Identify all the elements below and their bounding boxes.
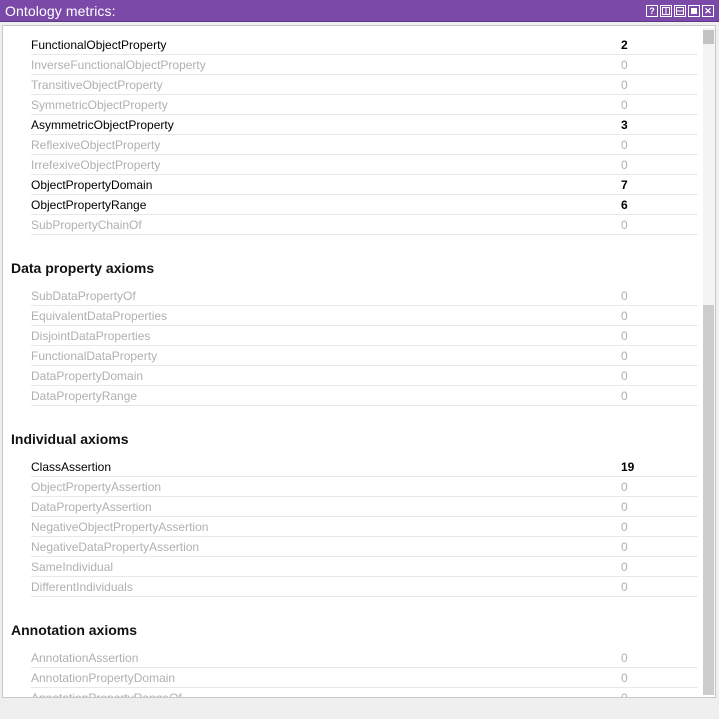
metric-value: 0	[621, 289, 628, 303]
metric-value: 19	[621, 460, 635, 474]
metric-value: 0	[621, 58, 628, 72]
window-controls: ? ✕	[646, 5, 714, 17]
metric-name: DataPropertyAssertion	[31, 500, 152, 514]
metric-name: FunctionalDataProperty	[31, 349, 158, 363]
metric-name: EquivalentDataProperties	[31, 309, 168, 323]
metric-value: 0	[621, 309, 628, 323]
scroll-up-button[interactable]	[703, 30, 714, 44]
scroll-thumb[interactable]	[703, 305, 714, 695]
metric-value: 0	[621, 580, 628, 594]
split-view-icon[interactable]	[660, 5, 672, 17]
metric-value: 0	[621, 691, 628, 698]
metrics-panel: FunctionalObjectProperty 2 InverseFunction…	[2, 25, 716, 698]
metric-row: ObjectPropertyAssertion 0	[31, 477, 698, 497]
metric-value: 2	[621, 38, 628, 52]
metric-name: AnnotationPropertyRangeOf	[31, 691, 182, 698]
close-icon[interactable]: ✕	[702, 5, 714, 17]
metric-row: NegativeObjectPropertyAssertion 0	[31, 517, 698, 537]
metric-row: DifferentIndividuals 0	[31, 577, 698, 597]
metric-name: IrrefexiveObjectProperty	[31, 158, 161, 172]
metric-row: SameIndividual 0	[31, 557, 698, 577]
metric-name: SameIndividual	[31, 560, 114, 574]
metric-value: 0	[621, 560, 628, 574]
minimize-icon[interactable]	[674, 5, 686, 17]
metric-name: ReflexiveObjectProperty	[31, 138, 161, 152]
metric-row: FunctionalObjectProperty 2	[31, 35, 698, 55]
maximize-icon[interactable]	[688, 5, 700, 17]
metric-row: AnnotationPropertyRangeOf 0	[31, 688, 698, 698]
metric-row: ObjectPropertyDomain 7	[31, 175, 698, 195]
metric-row: ObjectPropertyRange 6	[31, 195, 698, 215]
metric-value: 0	[621, 158, 628, 172]
metric-name: SubDataPropertyOf	[31, 289, 136, 303]
metric-row: EquivalentDataProperties 0	[31, 306, 698, 326]
metric-row: InverseFunctionalObjectProperty 0	[31, 55, 698, 75]
metric-value: 0	[621, 500, 628, 514]
window-title: Ontology metrics:	[5, 3, 116, 19]
metric-value: 7	[621, 178, 628, 192]
metric-name: ClassAssertion	[31, 460, 112, 474]
metric-value: 0	[621, 78, 628, 92]
metric-name: TransitiveObjectProperty	[31, 78, 163, 92]
metric-name: ObjectPropertyRange	[31, 198, 147, 212]
metric-row: DataPropertyDomain 0	[31, 366, 698, 386]
metric-value: 0	[621, 651, 628, 665]
metric-name: SymmetricObjectProperty	[31, 98, 168, 112]
metric-name: SubPropertyChainOf	[31, 218, 142, 232]
metric-name: ObjectPropertyDomain	[31, 178, 153, 192]
metric-row: ReflexiveObjectProperty 0	[31, 135, 698, 155]
vertical-scrollbar[interactable]	[703, 28, 715, 695]
metric-name: FunctionalObjectProperty	[31, 38, 167, 52]
metric-value: 0	[621, 138, 628, 152]
title-bar: Ontology metrics: ? ✕	[0, 0, 719, 22]
metric-row: SubDataPropertyOf 0	[31, 286, 698, 306]
metric-row: IrrefexiveObjectProperty 0	[31, 155, 698, 175]
metric-row: TransitiveObjectProperty 0	[31, 75, 698, 95]
metric-row: SymmetricObjectProperty 0	[31, 95, 698, 115]
metric-row: FunctionalDataProperty 0	[31, 346, 698, 366]
metric-name: InverseFunctionalObjectProperty	[31, 58, 206, 72]
metric-value: 0	[621, 540, 628, 554]
metric-value: 0	[621, 369, 628, 383]
metric-value: 0	[621, 349, 628, 363]
metric-row: AnnotationPropertyDomain 0	[31, 668, 698, 688]
annotation-section-heading: Annotation axioms	[11, 622, 138, 638]
metric-value: 0	[621, 480, 628, 494]
metric-row: DataPropertyAssertion 0	[31, 497, 698, 517]
metric-name: DisjointDataProperties	[31, 329, 151, 343]
metric-row: ClassAssertion 19	[31, 457, 698, 477]
metric-name: AsymmetricObjectProperty	[31, 118, 174, 132]
metric-value: 0	[621, 98, 628, 112]
metric-value: 3	[621, 118, 628, 132]
metric-value: 6	[621, 198, 628, 212]
metric-value: 0	[621, 520, 628, 534]
metric-name: DifferentIndividuals	[31, 580, 133, 594]
metric-value: 0	[621, 389, 628, 403]
data-property-section-heading: Data property axioms	[11, 260, 155, 276]
metric-row: AsymmetricObjectProperty 3	[31, 115, 698, 135]
metric-name: AnnotationPropertyDomain	[31, 671, 176, 685]
metric-name: NegativeObjectPropertyAssertion	[31, 520, 209, 534]
metric-row: DisjointDataProperties 0	[31, 326, 698, 346]
metric-name: NegativeDataPropertyAssertion	[31, 540, 200, 554]
individual-section-heading: Individual axioms	[11, 431, 129, 447]
metric-name: AnnotationAssertion	[31, 651, 139, 665]
metric-row: NegativeDataPropertyAssertion 0	[31, 537, 698, 557]
metric-value: 0	[621, 218, 628, 232]
metric-value: 0	[621, 671, 628, 685]
metric-row: DataPropertyRange 0	[31, 386, 698, 406]
metric-value: 0	[621, 329, 628, 343]
metric-name: ObjectPropertyAssertion	[31, 480, 162, 494]
metric-name: DataPropertyDomain	[31, 369, 144, 383]
help-icon[interactable]: ?	[646, 5, 658, 17]
metric-row: AnnotationAssertion 0	[31, 648, 698, 668]
metric-name: DataPropertyRange	[31, 389, 138, 403]
metric-row: SubPropertyChainOf 0	[31, 215, 698, 235]
